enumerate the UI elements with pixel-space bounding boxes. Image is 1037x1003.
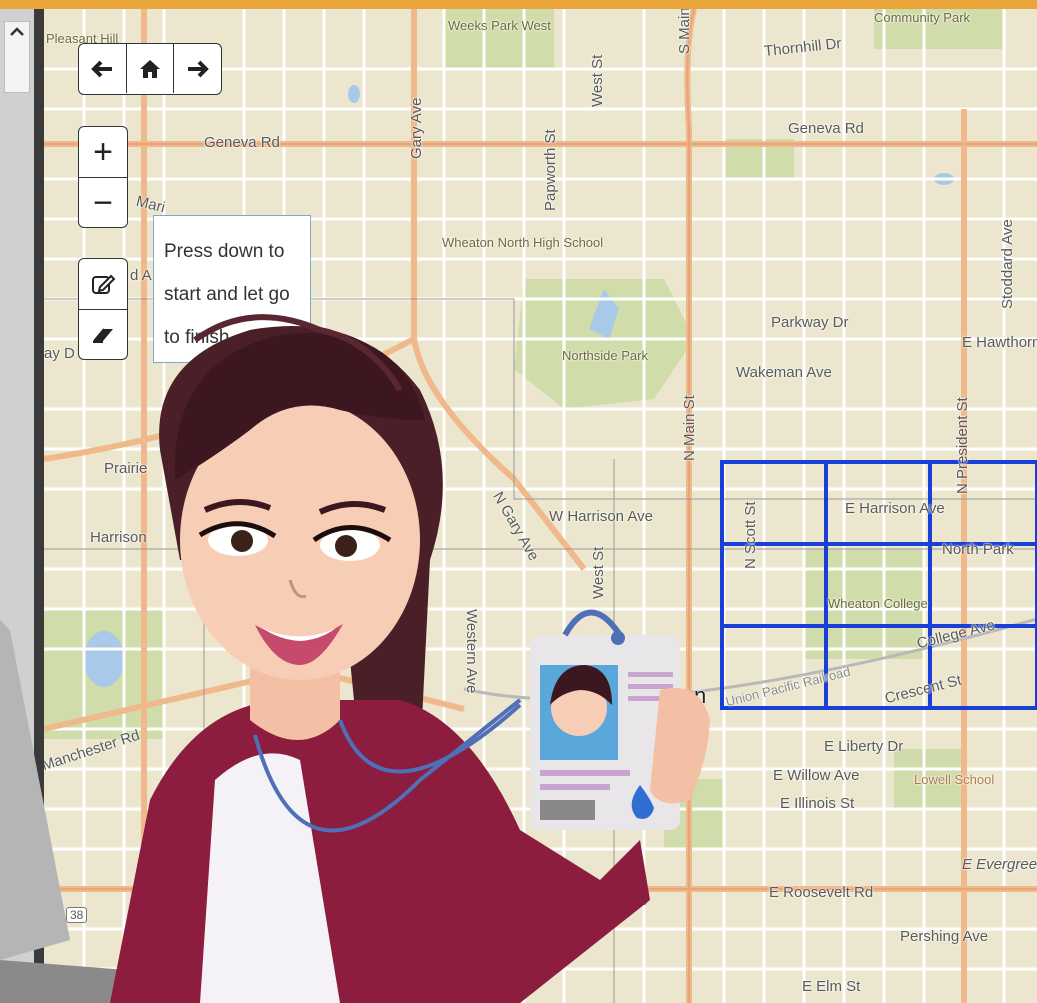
stoddard-label: Stoddard Ave <box>999 219 1016 309</box>
n-scott-label: N Scott St <box>742 501 759 569</box>
top-accent-bar <box>0 0 1037 9</box>
community-park-label: Community Park <box>873 10 971 25</box>
s-main-label: S Main <box>676 9 693 54</box>
gary-ave-label: Gary Ave <box>408 97 425 159</box>
zoom-out-button[interactable]: − <box>79 178 127 228</box>
n-president-label: N President St <box>954 397 971 494</box>
west-st-label: West St <box>589 54 606 107</box>
geneva-rd-left-label: Geneva Rd <box>204 134 280 151</box>
home-button[interactable] <box>127 44 175 93</box>
arrow-right-icon <box>187 60 209 77</box>
parkway-label: Parkway Dr <box>771 314 849 331</box>
zoom-in-button[interactable]: + <box>79 127 127 178</box>
guide-character-illustration <box>0 314 710 1003</box>
e-willow-label: E Willow Ave <box>773 767 860 784</box>
zoom-controls: + − <box>78 126 128 228</box>
navigation-controls <box>78 43 222 95</box>
lowell-school-label: Lowell School <box>914 772 995 787</box>
tooltip-line-1: Press down to <box>164 241 285 262</box>
pershing-label: Pershing Ave <box>900 928 989 945</box>
pencil-square-icon <box>92 274 116 294</box>
forward-button[interactable] <box>174 44 221 93</box>
weeks-park-label: Weeks Park West <box>448 18 551 33</box>
e-harrison-label: E Harrison Ave <box>845 500 945 517</box>
scroll-up-button[interactable] <box>4 21 30 93</box>
wheaton-north-label: Wheaton North High School <box>442 235 604 250</box>
partial-street-label: d A <box>130 267 152 284</box>
chevron-up-icon <box>10 27 24 36</box>
arrow-left-icon <box>91 60 113 77</box>
e-elm-label: E Elm St <box>802 978 861 995</box>
north-park-label: North Park <box>942 541 1014 558</box>
wakeman-label: Wakeman Ave <box>736 364 832 381</box>
papworth-label: Papworth St <box>542 129 559 211</box>
back-button[interactable] <box>79 44 127 93</box>
wheaton-college-label: Wheaton College <box>828 596 928 611</box>
e-roosevelt-label: E Roosevelt Rd <box>769 884 874 901</box>
e-illinois-label: E Illinois St <box>780 795 855 812</box>
e-hawthorne-label: E Hawthorne <box>962 334 1037 351</box>
geneva-rd-right-label: Geneva Rd <box>788 120 864 137</box>
home-icon <box>140 59 160 78</box>
e-evergreen-label: E Evergreen <box>962 856 1037 873</box>
e-liberty-label: E Liberty Dr <box>824 738 904 755</box>
